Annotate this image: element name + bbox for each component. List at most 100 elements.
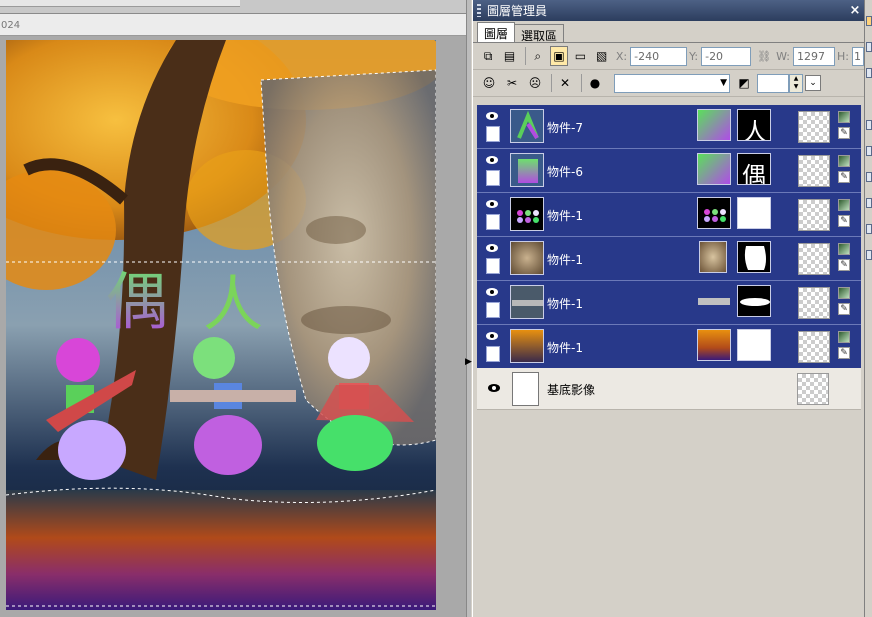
document-tab[interactable] — [0, 0, 240, 7]
layer-fx-thumbnail — [697, 197, 731, 229]
dock-icon[interactable] — [866, 224, 872, 234]
layer-row[interactable]: 物件-1 ✎ — [477, 325, 861, 369]
layer-style-icon[interactable] — [838, 287, 850, 299]
layer-row[interactable]: 物件-6 偶 ✎ — [477, 149, 861, 193]
dock-icon[interactable] — [866, 68, 872, 78]
opacity-spinner[interactable]: ▲ ▼ — [789, 73, 803, 93]
eye-icon[interactable] — [485, 286, 499, 298]
y-field[interactable] — [701, 46, 752, 66]
canvas-area[interactable]: 024 偶 人 — [0, 0, 466, 617]
layer-lock-checkbox[interactable] — [486, 126, 500, 142]
delete-layer-icon[interactable]: ✕ — [555, 73, 575, 93]
layer-label: 物件-6 — [547, 165, 583, 179]
layer-thumbnail — [510, 153, 544, 187]
opacity-icon: ◩ — [738, 76, 750, 90]
mask-remove-icon[interactable]: ☹ — [525, 73, 545, 93]
layer-style-icon[interactable] — [838, 331, 850, 343]
close-button[interactable]: × — [848, 3, 862, 18]
base-layer-thumbnail — [512, 372, 539, 406]
panel-titlebar[interactable]: 圖層管理員 × — [473, 0, 864, 21]
base-layer-label: 基底影像 — [547, 383, 596, 397]
canvas-scrollbar[interactable] — [466, 0, 471, 617]
dock-icon[interactable] — [866, 250, 872, 260]
dock-icon[interactable] — [866, 120, 872, 130]
layer-label: 物件-1 — [547, 209, 583, 223]
layer-lock-checkbox[interactable] — [486, 346, 500, 362]
toolbar-mask: ☺ ✂ ☹ ✕ ● ▼ ◩ ▲ ▼ ⌄ — [473, 70, 864, 97]
layer-label: 物件-1 — [547, 253, 583, 267]
layer-transparency-thumbnail — [798, 111, 830, 143]
layer-row[interactable]: 物件-1 ✎ — [477, 281, 861, 325]
blend-mode-select[interactable]: ▼ — [614, 73, 730, 93]
opacity-field[interactable] — [757, 73, 789, 93]
view-mode-icon[interactable]: ▣ — [549, 46, 569, 66]
layer-label: 物件-7 — [547, 121, 583, 135]
mask-icon[interactable]: ☺ — [479, 73, 499, 93]
layer-edit-icon[interactable]: ✎ — [838, 303, 850, 315]
eye-icon[interactable] — [485, 110, 499, 122]
ruler-number: 024 — [1, 20, 21, 31]
copy-layer-icon[interactable]: ⧉ — [479, 46, 497, 66]
layer-mask-thumbnail: 人 — [737, 109, 771, 141]
layer-lock-checkbox[interactable] — [486, 170, 500, 186]
opacity-menu-icon[interactable]: ⌄ — [805, 75, 821, 91]
dock-icon[interactable] — [866, 42, 872, 52]
mask-edit-icon[interactable]: ✂ — [502, 73, 522, 93]
layer-fx-thumbnail — [697, 153, 731, 185]
blend-icon[interactable]: ● — [585, 73, 605, 93]
h-field[interactable] — [852, 46, 864, 66]
layer-style-icon[interactable] — [838, 199, 850, 211]
dock-icon[interactable] — [866, 198, 872, 208]
layer-lock-checkbox[interactable] — [486, 302, 500, 318]
dock-icon[interactable] — [866, 16, 872, 26]
y-label: Y: — [689, 49, 699, 63]
properties-icon[interactable]: ▭ — [571, 46, 589, 66]
separator — [551, 74, 552, 92]
layer-manager-panel: 圖層管理員 × 圖層 選取區 ⧉ ▤ ⌕ ▣ ▭ ▧ X: Y: ⛓ W: H:… — [472, 0, 864, 617]
photo-char-ou: 偶 — [106, 265, 168, 338]
layer-edit-icon[interactable]: ✎ — [838, 171, 850, 183]
layer-style-icon[interactable] — [838, 243, 850, 255]
layer-lock-checkbox[interactable] — [486, 258, 500, 274]
layer-edit-icon[interactable]: ✎ — [838, 127, 850, 139]
link-icon[interactable]: ⛓ — [757, 50, 771, 63]
layer-row[interactable]: 物件-1 ✎ — [477, 193, 861, 237]
layer-lock-checkbox[interactable] — [486, 214, 500, 230]
base-layer-row[interactable]: 基底影像 — [477, 368, 861, 410]
dock-icon[interactable] — [866, 146, 872, 156]
panel-collapse-arrow-icon[interactable]: ▶ — [465, 355, 472, 369]
image-icon[interactable]: ▧ — [593, 46, 611, 66]
layer-thumbnail — [510, 241, 544, 275]
tab-layers[interactable]: 圖層 — [477, 22, 516, 42]
composite-image[interactable]: 偶 人 — [6, 40, 436, 610]
merge-layer-icon[interactable]: ▤ — [500, 46, 518, 66]
layer-style-icon[interactable] — [838, 111, 850, 123]
layer-edit-icon[interactable]: ✎ — [838, 215, 850, 227]
layer-fx-thumbnail — [697, 285, 731, 317]
eye-icon[interactable] — [487, 382, 501, 394]
x-field[interactable] — [630, 46, 688, 66]
dock-icon[interactable] — [866, 172, 872, 182]
grip-icon[interactable] — [477, 4, 481, 17]
photo-char-ren: 人 — [203, 270, 263, 340]
layer-thumbnail — [510, 197, 544, 231]
tab-selection[interactable]: 選取區 — [514, 24, 565, 43]
eye-icon[interactable] — [485, 330, 499, 342]
w-label: W: — [776, 49, 791, 63]
layer-edit-icon[interactable]: ✎ — [838, 259, 850, 271]
layer-mask-thumbnail — [737, 285, 771, 317]
layer-mask-thumbnail — [737, 329, 771, 361]
panel-tabs: 圖層 選取區 — [473, 21, 864, 43]
eye-icon[interactable] — [485, 154, 499, 166]
layer-style-icon[interactable] — [838, 155, 850, 167]
eye-icon[interactable] — [485, 242, 499, 254]
layer-row[interactable]: 物件-1 ✎ — [477, 237, 861, 281]
right-dock-strip — [864, 0, 872, 617]
composite-image-svg: 偶 人 — [6, 40, 436, 610]
layer-transparency-thumbnail — [798, 243, 830, 275]
zoom-layer-icon[interactable]: ⌕ — [529, 46, 547, 66]
eye-icon[interactable] — [485, 198, 499, 210]
w-field[interactable] — [793, 46, 836, 66]
layer-row[interactable]: 物件-7 人 ✎ — [477, 105, 861, 149]
layer-edit-icon[interactable]: ✎ — [838, 347, 850, 359]
